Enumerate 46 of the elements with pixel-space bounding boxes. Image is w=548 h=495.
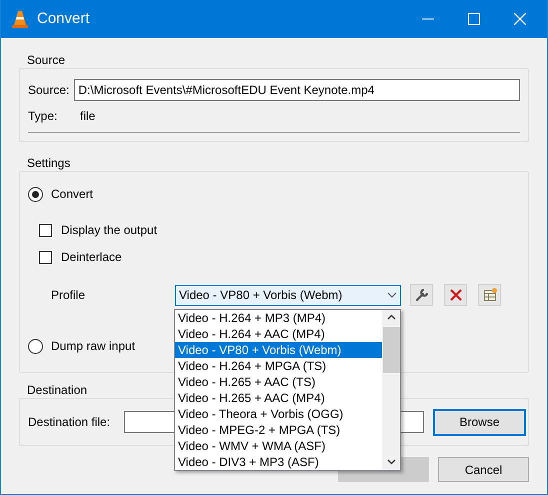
dropdown-option[interactable]: Video - H.265 + AAC (TS): [175, 374, 382, 390]
radio-button[interactable]: [28, 338, 43, 354]
delete-button[interactable]: [444, 284, 467, 306]
radio-button[interactable]: [28, 186, 43, 202]
dropdown-option[interactable]: Video - Theora + Vorbis (OGG): [175, 406, 382, 422]
chevron-down-icon: [387, 292, 397, 298]
radio-label: Dump raw input: [51, 338, 136, 355]
type-value: file: [80, 108, 96, 125]
radio-label: Convert: [51, 186, 94, 203]
chevron-down-icon[interactable]: [386, 459, 396, 465]
checkbox[interactable]: [39, 250, 52, 264]
minimize-icon: [422, 18, 434, 20]
dropdown-option[interactable]: Video - H.264 + MP3 (MP4): [175, 310, 382, 326]
source-field[interactable]: D:\Microsoft Events\#MicrosoftEDU Event Keynote.mp4: [74, 79, 520, 101]
checkbox[interactable]: [39, 224, 52, 236]
cancel-button[interactable]: Cancel: [438, 457, 529, 482]
field-label: Destination file:: [28, 414, 112, 431]
scrollbar[interactable]: [382, 310, 400, 470]
dropdown-option[interactable]: Video - DIV3 + MP3 (ASF): [175, 454, 382, 470]
chevron-up-icon[interactable]: [386, 314, 396, 320]
dropdown-option[interactable]: Video - H.265 + AAC (MP4): [175, 390, 382, 406]
close-icon: [514, 13, 526, 25]
checkbox-label: Deinterlace: [61, 249, 122, 266]
group-label: Source: [27, 52, 66, 66]
field-label: Type:: [28, 108, 58, 125]
profile-dropdown[interactable]: Video - VP80 + Vorbis (Webm): [175, 284, 401, 306]
dropdown-option[interactable]: Video - VP80 + Vorbis (Webm): [175, 342, 382, 358]
table-button[interactable]: [478, 284, 501, 306]
dropdown-option[interactable]: Video - H.264 + AAC (MP4): [175, 326, 382, 342]
dropdown-option[interactable]: Video - H.264 + MPGA (TS): [175, 358, 382, 374]
group-label: Destination: [27, 382, 88, 396]
wrench-button[interactable]: [410, 284, 433, 306]
field-label: Source:: [28, 82, 70, 99]
scrollbar-thumb[interactable]: [382, 327, 400, 373]
wrench-icon: [414, 287, 430, 303]
checkbox-label: Display the output: [61, 222, 158, 239]
field-label: Profile: [51, 287, 86, 304]
browse-button[interactable]: Browse: [433, 408, 526, 436]
delete-icon: [448, 287, 464, 303]
group-label: Settings: [27, 155, 70, 169]
dropdown-option[interactable]: Video - WMV + WMA (ASF): [175, 438, 382, 454]
window-title: Convert: [37, 8, 90, 29]
traffic-cone-icon: [11, 10, 29, 28]
maximize-icon: [468, 13, 480, 25]
table-icon: [482, 287, 498, 303]
dropdown-option[interactable]: Video - MPEG-2 + MPGA (TS): [175, 422, 382, 438]
